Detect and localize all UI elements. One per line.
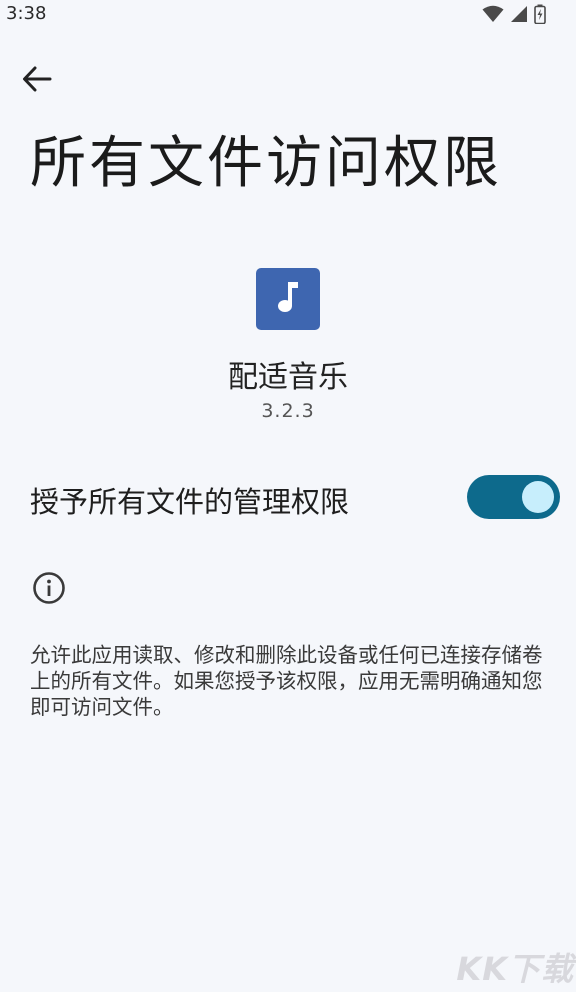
switch-thumb — [522, 481, 554, 513]
permission-description: 允许此应用读取、修改和删除此设备或任何已连接存储卷上的所有文件。如果您授予该权限… — [30, 643, 543, 719]
arrow-back-icon — [22, 66, 52, 96]
info-icon — [32, 571, 66, 605]
permission-switch[interactable] — [467, 475, 560, 519]
app-name: 配适音乐 — [228, 360, 348, 395]
watermark-logo: KK下载 — [456, 950, 574, 988]
all-files-permission-row[interactable]: 授予所有文件的管理权限 — [0, 470, 576, 528]
signal-icon — [510, 5, 528, 27]
status-icons — [482, 4, 546, 28]
page-title: 所有文件访问权限 — [30, 131, 502, 196]
status-bar: 3:38 — [0, 0, 576, 30]
battery-icon — [534, 4, 546, 28]
back-button[interactable] — [14, 58, 60, 104]
wifi-icon — [482, 5, 504, 27]
app-version: 3.2.3 — [261, 400, 315, 422]
status-time: 3:38 — [6, 3, 47, 24]
permission-label: 授予所有文件的管理权限 — [30, 485, 350, 519]
music-note-icon — [275, 280, 301, 318]
app-icon — [256, 268, 320, 330]
